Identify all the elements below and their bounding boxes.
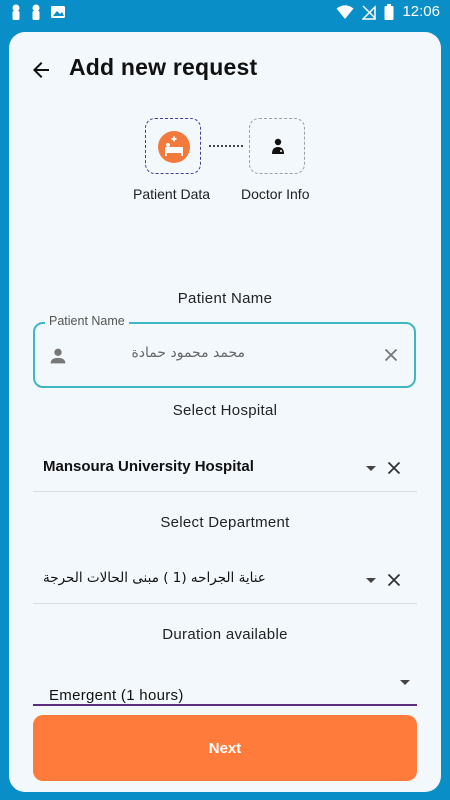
duration-dropdown[interactable]: Emergent (1 hours) <box>33 664 417 706</box>
chevron-down-icon[interactable] <box>365 574 377 586</box>
status-time: 12:06 <box>402 3 440 20</box>
patient-name-input[interactable]: محمد محمود حمادة <box>83 345 363 361</box>
duration-heading: Duration available <box>162 626 288 643</box>
patient-name-heading: Patient Name <box>177 290 273 307</box>
doctor-icon <box>272 138 284 154</box>
notification-icon <box>12 4 20 20</box>
status-bar: 12:06 <box>0 0 450 24</box>
patient-bed-icon <box>158 131 190 163</box>
patient-name-floating-label: Patient Name <box>45 314 129 328</box>
hospital-selected-value: Mansoura University Hospital <box>43 458 254 475</box>
status-left-icons <box>10 4 66 20</box>
duration-selected-value: Emergent (1 hours) <box>49 687 184 704</box>
department-dropdown[interactable]: عناية الجراحه (1 ) مبنى الحالات الحرجة <box>33 556 417 604</box>
status-right-icons: 12:06 <box>336 3 440 20</box>
app-header: Add new request <box>9 52 441 88</box>
step-doctor-info[interactable] <box>249 118 305 174</box>
back-arrow-icon[interactable] <box>29 58 53 82</box>
stepper: Patient Data Doctor Info <box>9 118 441 208</box>
chevron-down-icon[interactable] <box>399 676 411 688</box>
chevron-down-icon[interactable] <box>365 462 377 474</box>
request-card: Add new request Patient Data Doctor Info… <box>9 32 441 792</box>
no-signal-icon <box>362 4 377 20</box>
department-heading: Select Department <box>160 514 290 531</box>
wifi-icon <box>336 4 354 19</box>
hospital-dropdown[interactable]: Mansoura University Hospital <box>33 444 417 492</box>
image-icon <box>51 6 65 18</box>
department-selected-value: عناية الجراحه (1 ) مبنى الحالات الحرجة <box>43 570 266 586</box>
step-connector <box>209 145 243 147</box>
page-title: Add new request <box>69 54 258 80</box>
clear-department-icon[interactable] <box>383 569 405 591</box>
next-button[interactable]: Next <box>33 715 417 781</box>
step-patient-data[interactable] <box>145 118 201 174</box>
step-label-patient-data: Patient Data <box>133 186 211 202</box>
clear-name-icon[interactable] <box>380 344 402 366</box>
hospital-heading: Select Hospital <box>172 402 278 419</box>
step-label-doctor-info: Doctor Info <box>241 186 310 202</box>
battery-icon <box>384 3 394 20</box>
person-icon <box>50 348 66 364</box>
notification-icon <box>32 4 40 20</box>
patient-name-field[interactable]: Patient Name محمد محمود حمادة <box>33 314 416 388</box>
clear-hospital-icon[interactable] <box>383 457 405 479</box>
